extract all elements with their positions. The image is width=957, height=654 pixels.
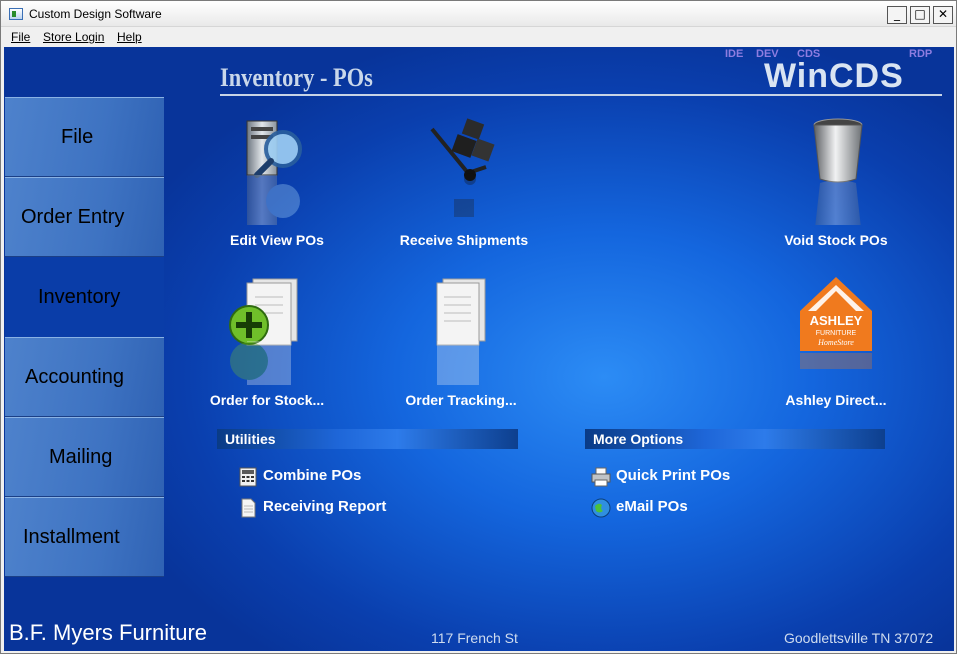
- title-divider: [220, 94, 942, 96]
- nav-tab-inventory[interactable]: Inventory: [5, 257, 164, 337]
- main-panel: IDE DEV CDS RDP WinCDS Inventory - POs F…: [4, 47, 954, 651]
- ashley-logo-line2: FURNITURE: [816, 330, 857, 337]
- tag-ide[interactable]: IDE: [725, 48, 743, 60]
- hand-truck-icon: [424, 115, 504, 235]
- receiving-report-label: Receiving Report: [263, 498, 387, 515]
- menu-help[interactable]: Help: [117, 30, 142, 44]
- calculator-icon: [238, 467, 258, 487]
- trash-can-icon: [796, 115, 876, 237]
- tile-order-tracking[interactable]: Order Tracking...: [386, 275, 536, 408]
- tile-edit-view-pos[interactable]: Edit View POs: [202, 115, 352, 248]
- nav-tab-order-entry[interactable]: Order Entry: [5, 177, 164, 257]
- tile-label: Receive Shipments: [399, 232, 529, 248]
- tile-label: Edit View POs: [230, 232, 324, 248]
- receiving-report-link[interactable]: Receiving Report: [238, 496, 438, 518]
- combine-pos-label: Combine POs: [263, 467, 362, 484]
- nav-tab-label: Inventory: [38, 285, 121, 308]
- company-name: B.F. Myers Furniture: [9, 620, 208, 645]
- tile-label: Void Stock POs: [784, 232, 888, 248]
- nav-tab-label: Accounting: [25, 365, 124, 388]
- nav-tab-label: Installment: [23, 525, 120, 548]
- tile-label: Order Tracking...: [405, 392, 517, 408]
- quick-print-pos-link[interactable]: Quick Print POs: [591, 465, 791, 487]
- minimize-button[interactable]: _: [887, 6, 907, 24]
- title-bar[interactable]: Custom Design Software _ □ ✕: [1, 1, 956, 27]
- wincds-logo: WinCDS: [764, 57, 904, 96]
- quick-print-pos-label: Quick Print POs: [616, 467, 731, 484]
- tile-label: Order for Stock...: [209, 392, 325, 408]
- email-pos-link[interactable]: eMail POs: [591, 496, 791, 518]
- nav-tab-label: Order Entry: [21, 205, 125, 228]
- tile-void-stock-pos[interactable]: Void Stock POs: [761, 115, 911, 248]
- document-add-icon: [227, 275, 307, 403]
- app-window: Custom Design Software _ □ ✕ File Store …: [0, 0, 957, 654]
- wincds-logo-text: WinCDS: [764, 57, 904, 95]
- nav-tab-installment[interactable]: Installment: [5, 497, 164, 577]
- nav-tab-accounting[interactable]: Accounting: [5, 337, 164, 417]
- nav-tab-label: File: [61, 125, 94, 148]
- window-title: Custom Design Software: [29, 7, 162, 21]
- documents-icon: [421, 275, 501, 403]
- nav-tab-label: Mailing: [49, 445, 113, 468]
- more-options-header: More Options: [585, 429, 885, 449]
- nav-tab-file[interactable]: File: [5, 97, 164, 177]
- city-state-zip: Goodlettsville TN 37072: [784, 630, 934, 646]
- tile-label: Ashley Direct...: [785, 392, 887, 408]
- email-pos-label: eMail POs: [616, 498, 688, 515]
- menu-file[interactable]: File: [11, 30, 30, 44]
- utilities-header: Utilities: [217, 429, 518, 449]
- nav-tab-mailing[interactable]: Mailing: [5, 417, 164, 497]
- document-icon: [238, 498, 258, 518]
- street-address: 117 French St: [431, 630, 518, 646]
- tile-receive-shipments[interactable]: Receive Shipments: [389, 115, 539, 248]
- maximize-button[interactable]: □: [910, 6, 930, 24]
- close-button[interactable]: ✕: [933, 6, 953, 24]
- tile-order-for-stock[interactable]: Order for Stock...: [192, 275, 342, 408]
- menu-bar: File Store Login Help: [1, 27, 956, 47]
- computer-magnifier-icon: [237, 115, 317, 235]
- menu-store-login[interactable]: Store Login: [43, 30, 104, 44]
- globe-icon: [591, 498, 611, 518]
- tile-ashley-direct[interactable]: ASHLEY FURNITURE HomeStore Ashley Direct…: [761, 275, 911, 408]
- app-icon: [9, 8, 23, 20]
- printer-icon: [591, 467, 611, 487]
- ashley-logo-line1: ASHLEY: [810, 313, 863, 328]
- page-title: Inventory - POs: [220, 63, 373, 92]
- ashley-logo-line3: HomeStore: [817, 338, 854, 347]
- combine-pos-link[interactable]: Combine POs: [238, 465, 438, 487]
- tag-rdp[interactable]: RDP: [909, 48, 932, 60]
- ashley-logo-icon: ASHLEY FURNITURE HomeStore: [796, 275, 876, 395]
